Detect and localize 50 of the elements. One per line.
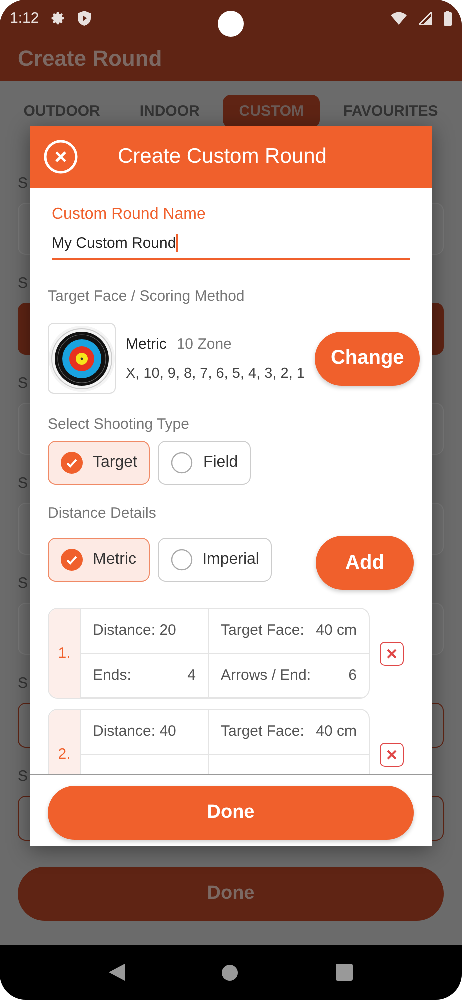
- delete-button[interactable]: [380, 642, 404, 666]
- row-number: 2.: [49, 710, 80, 774]
- cell-value: 40 cm: [316, 723, 357, 740]
- cell-label: Arrows / End:: [221, 666, 312, 684]
- target-icon: [49, 326, 115, 392]
- input-field[interactable]: My Custom Round: [52, 230, 410, 260]
- shield-icon: [78, 11, 92, 26]
- gear-icon: [51, 11, 66, 26]
- cell-label: Target Face:: [221, 622, 304, 640]
- cell-label: Distance: 20: [93, 622, 176, 640]
- close-icon[interactable]: [44, 140, 78, 174]
- zone-count: 10 Zone: [176, 336, 232, 352]
- cell-label: Target Face:: [221, 723, 304, 740]
- section-label: Target Face / Scoring Method: [48, 288, 246, 305]
- score-values: X, 10, 9, 8, 7, 6, 5, 4, 3, 2, 1: [126, 366, 305, 382]
- radio-option[interactable]: Imperial: [158, 538, 272, 582]
- section-label: Distance Details: [48, 505, 158, 522]
- cell-label: Ends:: [93, 666, 132, 684]
- tab[interactable]: INDOOR: [124, 94, 216, 128]
- x-icon: [386, 648, 398, 660]
- field-label: Custom Round Name: [52, 206, 207, 224]
- recents-icon[interactable]: [336, 964, 354, 981]
- camera-cutout-icon: [218, 11, 244, 37]
- signal-icon: [419, 12, 432, 25]
- back-icon[interactable]: [108, 964, 125, 981]
- section-label: Select Shooting Type: [48, 416, 190, 433]
- home-icon[interactable]: [222, 964, 238, 980]
- change-button[interactable]: Change: [314, 332, 420, 386]
- radio-option[interactable]: Target: [48, 441, 150, 485]
- cell-value: 6: [348, 666, 357, 684]
- row-number: 1.: [49, 609, 80, 698]
- delete-button[interactable]: [380, 742, 404, 766]
- x-icon: [386, 748, 398, 760]
- wifi-icon: [391, 12, 407, 25]
- cell-value: 4: [188, 666, 196, 684]
- done-button[interactable]: Done: [48, 786, 414, 840]
- radio-option[interactable]: Field: [158, 441, 252, 485]
- tab[interactable]: CUSTOM: [223, 94, 320, 128]
- app-title: Create Round: [18, 46, 162, 72]
- cell-label: Distance: 40: [93, 723, 176, 740]
- cell-value: 40 cm: [316, 622, 357, 640]
- face-name: Metric: [126, 336, 167, 352]
- done-button[interactable]: Done: [18, 867, 444, 921]
- tab[interactable]: FAVOURITES: [327, 94, 454, 128]
- battery-icon: [444, 11, 452, 26]
- tab[interactable]: OUTDOOR: [8, 94, 116, 128]
- dialog-title: Create Custom Round: [118, 145, 327, 169]
- radio-option[interactable]: Metric: [48, 538, 150, 582]
- add-button[interactable]: Add: [316, 536, 414, 590]
- status-time: 1:12: [10, 10, 40, 27]
